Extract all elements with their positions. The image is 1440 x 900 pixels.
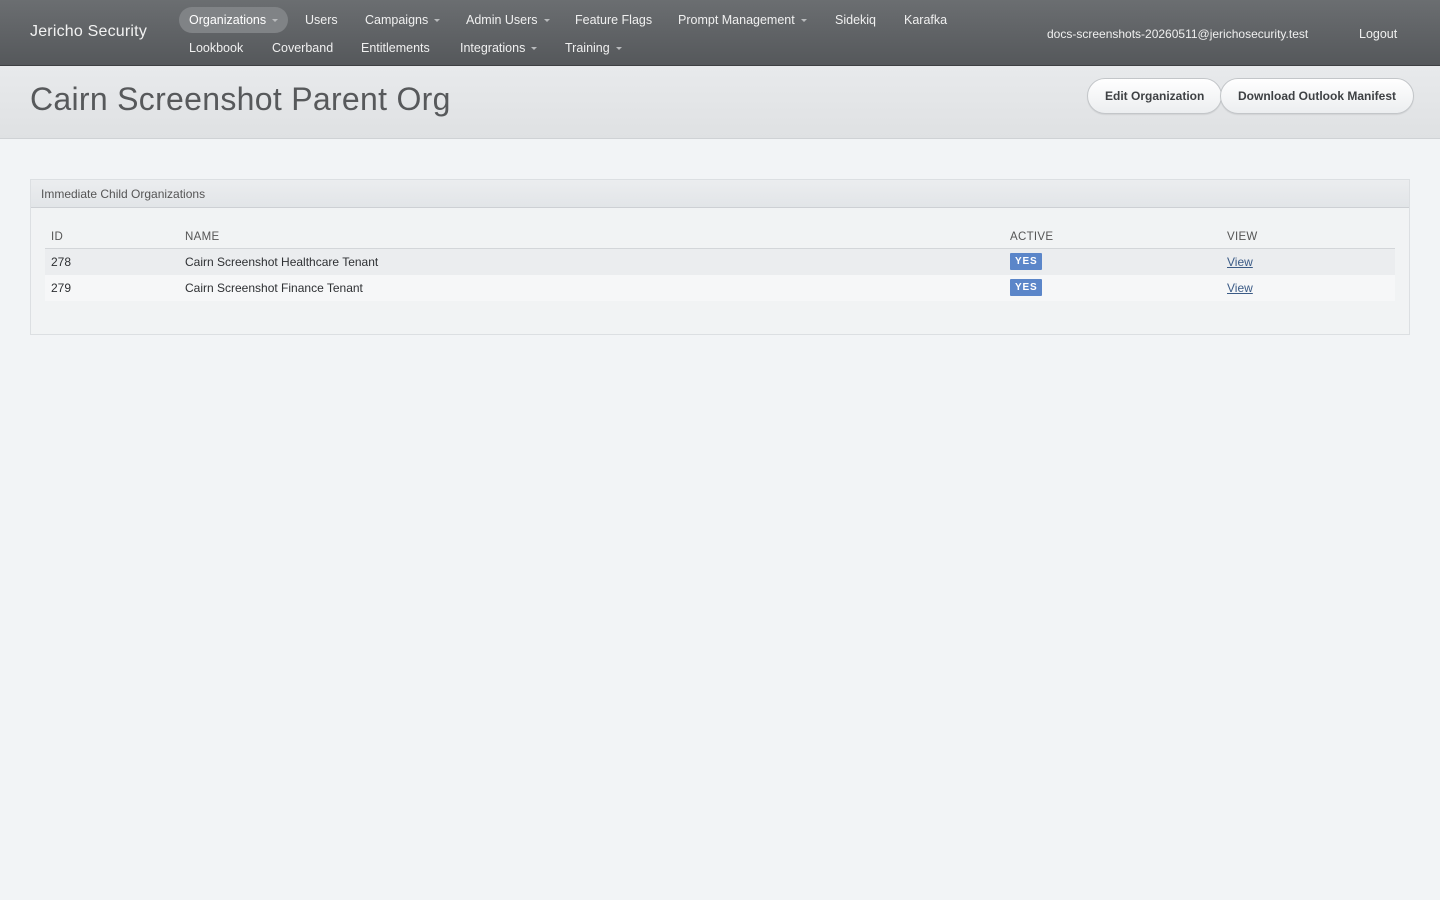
nav-admin-users[interactable]: Admin Users: [456, 7, 560, 33]
logout-link[interactable]: Logout: [1359, 21, 1397, 47]
nav-campaigns[interactable]: Campaigns: [355, 7, 450, 33]
nav-entitlements-label: Entitlements: [361, 41, 430, 55]
cell-active: YES: [1004, 274, 1221, 301]
nav-lookbook-label: Lookbook: [189, 41, 244, 55]
nav-coverband[interactable]: Coverband: [262, 35, 343, 61]
nav-coverband-label: Coverband: [272, 41, 334, 55]
nav-entitlements[interactable]: Entitlements: [351, 35, 440, 61]
cell-name: Cairn Screenshot Finance Tenant: [179, 274, 1004, 301]
brand-logo[interactable]: Jericho Security: [30, 23, 147, 41]
page-title: Cairn Screenshot Parent Org: [30, 81, 451, 117]
chevron-down-icon: [272, 19, 279, 23]
child-organizations-table: ID NAME ACTIVE VIEW 278 Cairn Screenshot…: [45, 227, 1395, 301]
nav-campaigns-label: Campaigns: [365, 13, 429, 27]
chevron-down-icon: [615, 47, 622, 51]
nav-organizations-label: Organizations: [189, 13, 267, 27]
table-row: 278 Cairn Screenshot Healthcare Tenant Y…: [45, 248, 1395, 275]
cell-active: YES: [1004, 248, 1221, 275]
chevron-down-icon: [800, 19, 807, 23]
nav-integrations[interactable]: Integrations: [450, 35, 547, 61]
active-status-badge: YES: [1010, 279, 1043, 296]
nav-training-label: Training: [565, 41, 610, 55]
view-link[interactable]: View: [1227, 255, 1253, 269]
table-header-row: ID NAME ACTIVE VIEW: [45, 227, 1395, 249]
nav-karafka[interactable]: Karafka: [894, 7, 957, 33]
edit-organization-button[interactable]: Edit Organization: [1087, 78, 1223, 114]
nav-prompt-management-label: Prompt Management: [678, 13, 795, 27]
column-header-id: ID: [45, 227, 179, 249]
download-outlook-manifest-button[interactable]: Download Outlook Manifest: [1220, 78, 1414, 114]
table-row: 279 Cairn Screenshot Finance Tenant YES …: [45, 274, 1395, 301]
active-status-badge: YES: [1010, 253, 1043, 271]
nav-users-label: Users: [305, 13, 338, 27]
chevron-down-icon: [531, 47, 538, 51]
nav-feature-flags-label: Feature Flags: [575, 13, 653, 27]
nav-integrations-label: Integrations: [460, 41, 526, 55]
cell-id: 278: [45, 248, 179, 275]
nav-karafka-label: Karafka: [904, 13, 948, 27]
cell-id: 279: [45, 274, 179, 301]
view-link[interactable]: View: [1227, 281, 1253, 295]
cell-name: Cairn Screenshot Healthcare Tenant: [179, 248, 1004, 275]
top-navbar: Jericho Security Organizations Users Cam…: [0, 0, 1440, 66]
nav-users[interactable]: Users: [295, 7, 348, 33]
current-user-email[interactable]: docs-screenshots-20260511@jerichosecurit…: [1047, 21, 1308, 47]
nav-prompt-management[interactable]: Prompt Management: [668, 7, 817, 33]
nav-training[interactable]: Training: [555, 35, 632, 61]
nav-feature-flags[interactable]: Feature Flags: [565, 7, 662, 33]
cell-view: View: [1221, 248, 1395, 275]
chevron-down-icon: [543, 19, 550, 23]
nav-lookbook[interactable]: Lookbook: [179, 35, 253, 61]
nav-organizations[interactable]: Organizations: [179, 7, 289, 33]
nav-admin-users-label: Admin Users: [466, 13, 538, 27]
column-header-name: NAME: [179, 227, 1004, 249]
column-header-active: ACTIVE: [1004, 227, 1221, 249]
nav-sidekiq[interactable]: Sidekiq: [825, 7, 886, 33]
cell-view: View: [1221, 274, 1395, 301]
chevron-down-icon: [434, 19, 441, 23]
child-organizations-panel: Immediate Child Organizations ID NAME AC…: [30, 179, 1410, 335]
nav-sidekiq-label: Sidekiq: [835, 13, 876, 27]
page-header: Cairn Screenshot Parent Org Edit Organiz…: [0, 66, 1440, 139]
panel-heading: Immediate Child Organizations: [31, 180, 1409, 208]
column-header-view: VIEW: [1221, 227, 1395, 249]
